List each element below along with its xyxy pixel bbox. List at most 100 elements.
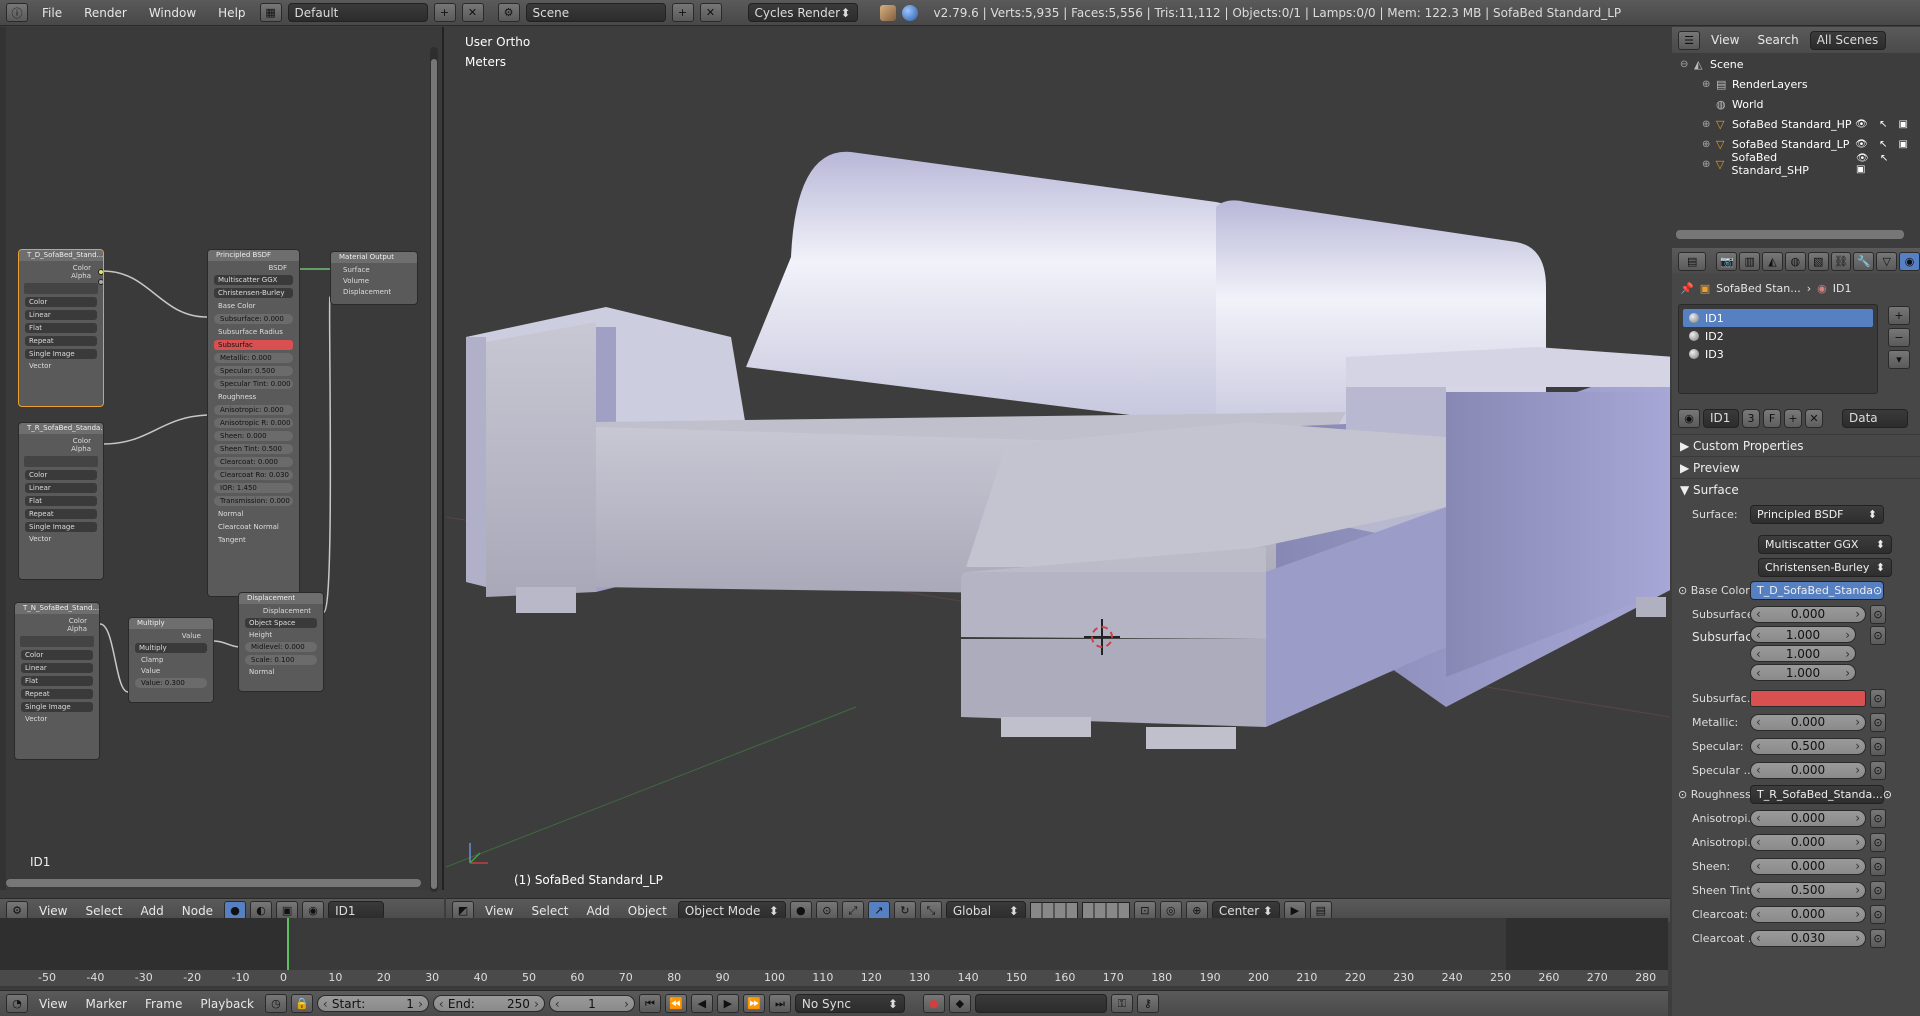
keying-set-field[interactable] (974, 994, 1107, 1013)
socket-color[interactable] (98, 269, 103, 275)
bsdf-input-row[interactable]: Subsurface: 0.000 (214, 314, 293, 324)
image-texture-node-roughness[interactable]: T_R_SofaBed_Standa... Color Alpha Color … (18, 422, 104, 580)
node-menu-node[interactable]: Node (175, 904, 220, 918)
sofa-model[interactable] (446, 27, 1670, 890)
view3d-menu-select[interactable]: Select (524, 904, 575, 918)
outliner-menu-search[interactable]: Search (1750, 33, 1805, 47)
info-editor-icon[interactable]: ⓘ (6, 3, 28, 22)
field-link-icon[interactable]: ⊙ (1870, 808, 1886, 828)
value-field[interactable]: Value: 0.300 (135, 678, 207, 688)
visibility-toggle-icon[interactable]: 👁 ↖ ▣ (1855, 119, 1912, 130)
material-slot[interactable]: ID2 (1683, 327, 1873, 345)
material-browse-icon[interactable]: ◉ (1678, 408, 1700, 428)
view3d-menu-view[interactable]: View (478, 904, 520, 918)
projection-select[interactable]: Flat (25, 496, 97, 506)
extension-select[interactable]: Repeat (21, 689, 93, 699)
visibility-toggle-icon[interactable]: 👁 ↖ ▣ (1855, 139, 1912, 150)
expand-icon[interactable]: ⊕ (1702, 139, 1716, 150)
field-link-icon[interactable]: ⊙ (1870, 928, 1886, 948)
outliner-item[interactable]: ◍ World (1672, 94, 1920, 114)
material-tab-icon[interactable]: ◉ (1899, 251, 1920, 271)
keying-set-icon[interactable]: ◆ (948, 994, 971, 1013)
play-icon[interactable]: ▶ (716, 994, 739, 1013)
projection-select[interactable]: Flat (25, 323, 97, 333)
material-output-node[interactable]: Material Output Surface Volume Displacem… (330, 251, 418, 305)
interpolation-select[interactable]: Linear (21, 663, 93, 673)
material-name-field[interactable]: ID1 (1703, 408, 1739, 428)
node-menu-select[interactable]: Select (78, 904, 129, 918)
panel-surface[interactable]: ▼ Surface (1672, 478, 1920, 500)
field-link-icon[interactable]: ⊙ (1870, 760, 1886, 780)
delete-keyframe-icon[interactable]: ⚷ (1136, 994, 1159, 1013)
outliner-filter-select[interactable]: All Scenes (1809, 30, 1886, 50)
3d-viewport[interactable]: User Ortho Meters (1) SofaBed Standard_L… (446, 27, 1670, 890)
outliner-menu-view[interactable]: View (1704, 33, 1746, 47)
distribution-select[interactable]: Multiscatter GGX ⬍ (1758, 534, 1892, 554)
bsdf-input-row[interactable]: Transmission: 0.000 (214, 496, 293, 506)
extension-select[interactable]: Repeat (25, 336, 97, 346)
expand-icon[interactable]: ⊕ (1702, 119, 1716, 130)
source-select[interactable]: Single Image (21, 702, 93, 712)
lock-range-icon[interactable]: 🔒 (290, 994, 313, 1013)
source-select[interactable]: Single Image (25, 522, 97, 532)
expand-icon[interactable]: ⊕ (1702, 159, 1716, 170)
playhead[interactable] (287, 918, 289, 970)
jump-start-icon[interactable]: ⏮ (638, 994, 661, 1013)
render-engine-select[interactable]: Cycles Render ⬍ (747, 3, 858, 22)
field-value[interactable]: 0.000 (1750, 809, 1866, 827)
outliner-type-icon[interactable]: ☰ (1678, 30, 1700, 50)
properties-type-icon[interactable]: ▤ (1678, 251, 1707, 271)
radius-y-field[interactable]: 1.000 (1750, 645, 1856, 662)
image-selector[interactable] (24, 456, 98, 467)
material-slot[interactable]: ID3 (1683, 345, 1873, 363)
layout-field[interactable]: Default (287, 3, 428, 22)
timeline-menu-playback[interactable]: Playback (193, 997, 261, 1011)
operation-select[interactable]: Multiply (135, 643, 207, 653)
field-value[interactable]: 0.000 (1750, 761, 1866, 779)
panel-preview[interactable]: ▶ Preview (1672, 456, 1920, 478)
link-select[interactable]: Data (1842, 408, 1908, 428)
outliner-item[interactable]: ⊕ ▽ SofaBed Standard_SHP 👁 ↖ ▣ (1672, 151, 1920, 177)
projection-select[interactable]: Flat (21, 676, 93, 686)
math-multiply-node[interactable]: Multiply Value Multiply Clamp Value Valu… (128, 617, 214, 703)
object-tab-icon[interactable]: ▧ (1807, 251, 1829, 271)
image-selector[interactable] (20, 636, 94, 647)
node-editor[interactable]: T_D_SofaBed_Stand... Color Alpha Color L… (0, 27, 444, 892)
3d-cursor-icon[interactable] (1084, 619, 1120, 655)
field-value[interactable]: 0.000 (1750, 713, 1866, 731)
scale-field[interactable]: Scale: 0.100 (245, 655, 317, 665)
users-count[interactable]: 3 (1742, 408, 1760, 428)
field-value[interactable]: 0.030 (1750, 929, 1866, 947)
field-value[interactable]: 0.500 (1750, 881, 1866, 899)
field-value[interactable]: 0.500 (1750, 737, 1866, 755)
menu-help[interactable]: Help (210, 6, 253, 20)
base-color-link[interactable]: T_D_SofaBed_Standa ⊙ (1750, 580, 1884, 600)
prev-keyframe-icon[interactable]: ⏪ (664, 994, 687, 1013)
slot-specials-icon[interactable]: ▾ (1888, 350, 1910, 369)
bsdf-input-row[interactable]: Specular: 0.500 (214, 366, 293, 376)
surface-shader-select[interactable]: Principled BSDF ⬍ (1750, 504, 1884, 524)
subsurface-field[interactable]: 0.000 (1750, 605, 1866, 623)
source-select[interactable]: Single Image (25, 349, 97, 359)
bsdf-input-row[interactable]: Specular Tint: 0.000 (214, 379, 293, 389)
layers-grid-2[interactable] (1081, 901, 1130, 920)
material-slot[interactable]: ID1 (1683, 309, 1873, 327)
scene-field[interactable]: Scene (525, 3, 666, 22)
subsurface-link-icon[interactable]: ⊙ (1870, 604, 1886, 624)
bsdf-input-row[interactable]: Sheen Tint: 0.500 (214, 444, 293, 454)
add-scene-button[interactable]: + (671, 3, 694, 22)
current-frame-field[interactable]: 1 (548, 995, 635, 1012)
field-link-icon[interactable]: ⊙ (1870, 832, 1886, 852)
node-menu-view[interactable]: View (32, 904, 74, 918)
scene-icon[interactable]: ⚙ (497, 3, 520, 22)
panel-custom-properties[interactable]: ▶ Custom Properties (1672, 434, 1920, 456)
insert-keyframe-icon[interactable]: ⚿ (1110, 994, 1133, 1013)
modifiers-tab-icon[interactable]: 🔧 (1853, 251, 1875, 271)
layers-tab-icon[interactable]: ▥ (1739, 251, 1761, 271)
menu-render[interactable]: Render (76, 6, 135, 20)
view3d-menu-object[interactable]: Object (621, 904, 674, 918)
outliner-item[interactable]: ⊖ ◭ Scene (1672, 54, 1920, 74)
next-keyframe-icon[interactable]: ⏩ (742, 994, 765, 1013)
field-link-icon[interactable]: ⊙ (1870, 712, 1886, 732)
end-frame-field[interactable]: End: 250 (432, 995, 545, 1012)
